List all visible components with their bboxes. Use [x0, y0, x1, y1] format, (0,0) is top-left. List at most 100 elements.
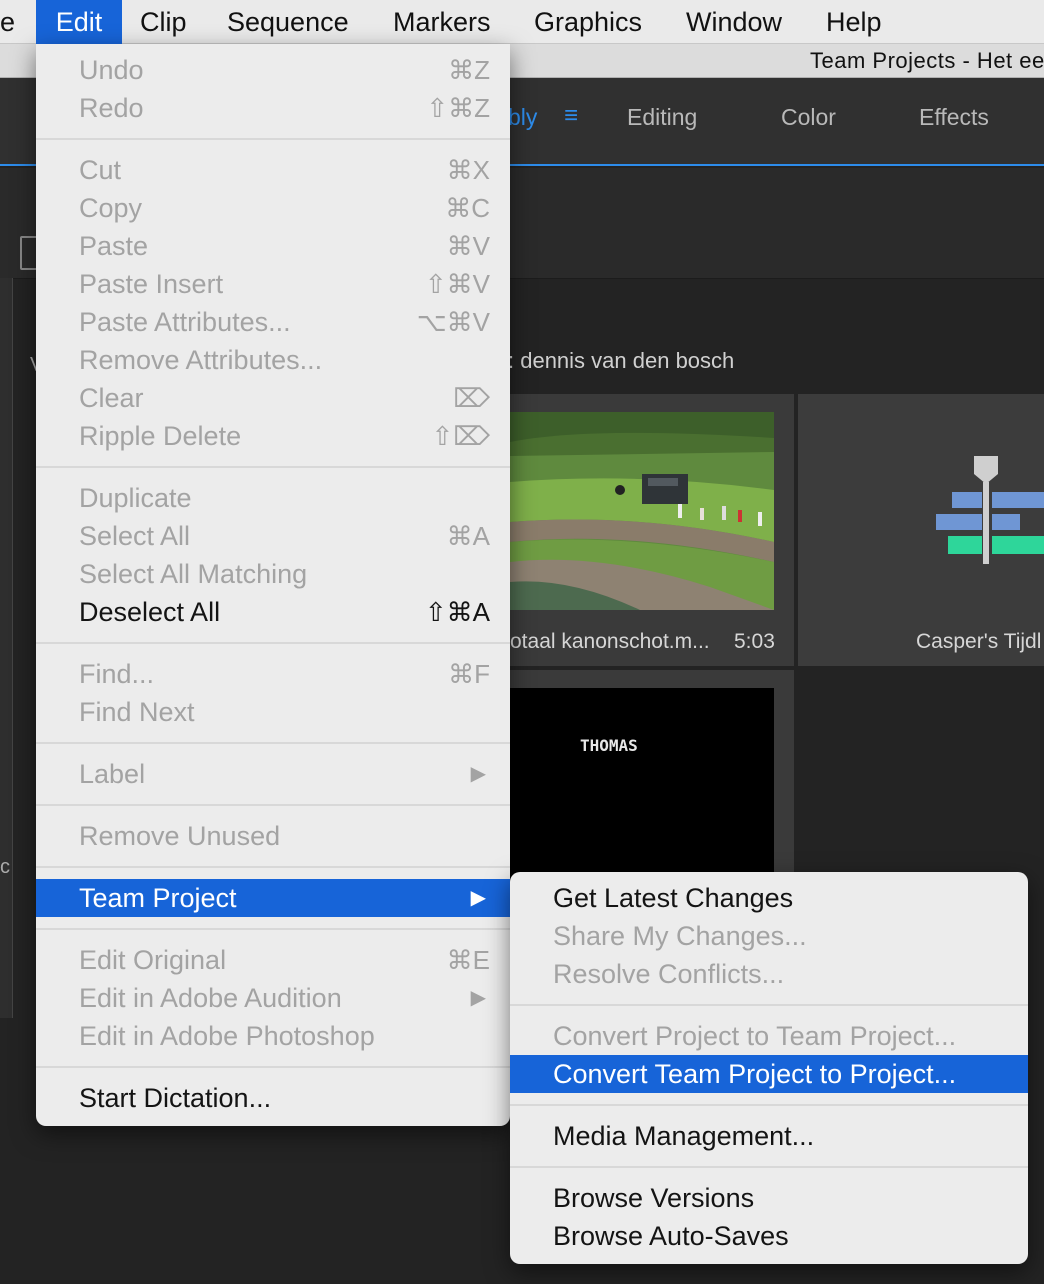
- menu-item-select-all-matching[interactable]: Select All Matching: [36, 555, 510, 593]
- menu-item-label: Undo: [79, 55, 144, 85]
- menu-item-label: Clear: [79, 383, 144, 413]
- menu-window[interactable]: Window: [686, 0, 782, 44]
- delete-key-icon: ⌦: [453, 383, 490, 413]
- submenu-item-browse-versions[interactable]: Browse Versions: [510, 1179, 1028, 1217]
- menu-item-label-submenu[interactable]: Label ▶: [36, 755, 510, 793]
- menu-item-remove-unused[interactable]: Remove Unused: [36, 817, 510, 855]
- menu-item-edit-in-audition[interactable]: Edit in Adobe Audition ▶: [36, 979, 510, 1017]
- menu-separator: [36, 928, 510, 930]
- menu-item-label: Edit in Adobe Photoshop: [79, 1021, 375, 1051]
- menu-item-shortcut: ⌘E: [446, 945, 490, 975]
- submenu-item-share-my-changes[interactable]: Share My Changes...: [510, 917, 1028, 955]
- workspace-tab-assembly[interactable]: bly: [508, 104, 537, 131]
- menu-item-shortcut: ⇧⌘A: [424, 597, 490, 627]
- menu-item-label: Ripple Delete: [79, 421, 242, 451]
- menu-item-remove-attributes[interactable]: Remove Attributes...: [36, 341, 510, 379]
- project-path-label: : dennis van den bosch: [508, 348, 735, 373]
- menu-item-paste-attributes[interactable]: Paste Attributes... ⌥⌘V: [36, 303, 510, 341]
- menu-separator: [36, 642, 510, 644]
- workspace-menu-icon[interactable]: ≡: [564, 102, 578, 130]
- menu-file-partial[interactable]: e: [0, 0, 28, 44]
- menu-bar: e Edit Clip Sequence Markers Graphics Wi…: [0, 0, 1044, 44]
- menu-item-team-project[interactable]: Team Project ▶: [36, 879, 510, 917]
- menu-separator: [36, 138, 510, 140]
- menu-separator: [36, 466, 510, 468]
- menu-item-select-all[interactable]: Select All ⌘A: [36, 517, 510, 555]
- menu-item-shortcut: ⌘V: [446, 231, 490, 261]
- menu-clip[interactable]: Clip: [140, 0, 187, 44]
- menu-separator: [510, 1166, 1028, 1168]
- title-clip-thumbnail: THOMAS: [510, 688, 774, 888]
- submenu-item-resolve-conflicts[interactable]: Resolve Conflicts...: [510, 955, 1028, 993]
- menu-markers[interactable]: Markers: [393, 0, 491, 44]
- menu-item-shortcut: ⌘X: [446, 155, 490, 185]
- menu-sequence[interactable]: Sequence: [227, 0, 349, 44]
- workspace-tab-editing[interactable]: Editing: [627, 104, 697, 131]
- workspace-tab-effects[interactable]: Effects: [919, 104, 989, 131]
- menu-item-label: Copy: [79, 193, 143, 223]
- menu-item-label: Select All: [79, 521, 191, 551]
- menu-item-label: Cut: [79, 155, 122, 185]
- workspace-tab-color[interactable]: Color: [781, 104, 836, 131]
- menu-item-label: Deselect All: [79, 597, 221, 627]
- title-clip-caption: THOMAS: [580, 736, 638, 755]
- left-panel-strip: V c: [0, 278, 43, 1018]
- menu-item-edit-original[interactable]: Edit Original ⌘E: [36, 941, 510, 979]
- menu-item-label: Get Latest Changes: [553, 883, 794, 913]
- menu-item-redo[interactable]: Redo ⇧⌘Z: [36, 89, 510, 127]
- menu-item-label: Browse Versions: [553, 1183, 755, 1213]
- sequence-tile[interactable]: Casper's Tijdl: [798, 394, 1044, 666]
- menu-item-label: Browse Auto-Saves: [553, 1221, 789, 1251]
- clip-duration: 5:03: [734, 630, 775, 653]
- sequence-icon: [928, 452, 1044, 572]
- menu-item-shortcut: ⌘A: [446, 521, 490, 551]
- menu-item-ripple-delete[interactable]: Ripple Delete ⇧⌦: [36, 417, 510, 455]
- menu-item-label: Paste Insert: [79, 269, 224, 299]
- menu-item-label: Edit Original: [79, 945, 227, 975]
- menu-item-cut[interactable]: Cut ⌘X: [36, 151, 510, 189]
- menu-help[interactable]: Help: [826, 0, 882, 44]
- menu-item-paste-insert[interactable]: Paste Insert ⇧⌘V: [36, 265, 510, 303]
- menu-item-label: Paste Attributes...: [79, 307, 291, 337]
- menu-item-shortcut: ⇧⌘Z: [426, 93, 490, 123]
- menu-item-label: Convert Project to Team Project...: [553, 1021, 957, 1051]
- menu-item-copy[interactable]: Copy ⌘C: [36, 189, 510, 227]
- submenu-arrow-icon: ▶: [470, 987, 486, 1009]
- menu-item-label: Duplicate: [79, 483, 192, 513]
- window-title: Team Projects - Het ee: [810, 48, 1044, 73]
- menu-item-undo[interactable]: Undo ⌘Z: [36, 51, 510, 89]
- menu-item-label: Label: [79, 759, 146, 789]
- team-project-submenu: Get Latest Changes Share My Changes... R…: [510, 872, 1028, 1264]
- menu-item-label: Redo: [79, 93, 144, 123]
- menu-edit[interactable]: Edit: [36, 0, 122, 44]
- submenu-item-convert-to-team-project[interactable]: Convert Project to Team Project...: [510, 1017, 1028, 1055]
- menu-item-label: Team Project: [79, 883, 237, 913]
- submenu-item-get-latest-changes[interactable]: Get Latest Changes: [510, 879, 1028, 917]
- menu-item-label: Resolve Conflicts...: [553, 959, 785, 989]
- menu-item-clear[interactable]: Clear ⌦: [36, 379, 510, 417]
- menu-item-deselect-all[interactable]: Deselect All ⇧⌘A: [36, 593, 510, 631]
- clip-tile-video[interactable]: otaal kanonschot.m... 5:03: [500, 394, 794, 666]
- menu-separator: [36, 804, 510, 806]
- submenu-item-media-management[interactable]: Media Management...: [510, 1117, 1028, 1155]
- submenu-item-browse-auto-saves[interactable]: Browse Auto-Saves: [510, 1217, 1028, 1255]
- sequence-name: Casper's Tijdl: [916, 630, 1042, 653]
- menu-item-label: Paste: [79, 231, 149, 261]
- menu-item-label: Find...: [79, 659, 155, 689]
- video-thumbnail: [510, 412, 774, 610]
- menu-graphics[interactable]: Graphics: [534, 0, 642, 44]
- menu-item-duplicate[interactable]: Duplicate: [36, 479, 510, 517]
- menu-item-label: Select All Matching: [79, 559, 308, 589]
- menu-item-start-dictation[interactable]: Start Dictation...: [36, 1079, 510, 1117]
- menu-item-label: Remove Attributes...: [79, 345, 323, 375]
- menu-item-find[interactable]: Find... ⌘F: [36, 655, 510, 693]
- menu-item-find-next[interactable]: Find Next: [36, 693, 510, 731]
- menu-item-paste[interactable]: Paste ⌘V: [36, 227, 510, 265]
- menu-separator: [36, 1066, 510, 1068]
- menu-item-shortcut: ⌘Z: [448, 55, 490, 85]
- menu-item-label: Convert Team Project to Project...: [553, 1059, 957, 1089]
- submenu-item-convert-team-project-to-project[interactable]: Convert Team Project to Project...: [510, 1055, 1028, 1093]
- menu-separator: [510, 1004, 1028, 1006]
- shift-delete-key-icon: ⇧⌦: [431, 421, 490, 451]
- menu-item-edit-in-photoshop[interactable]: Edit in Adobe Photoshop: [36, 1017, 510, 1055]
